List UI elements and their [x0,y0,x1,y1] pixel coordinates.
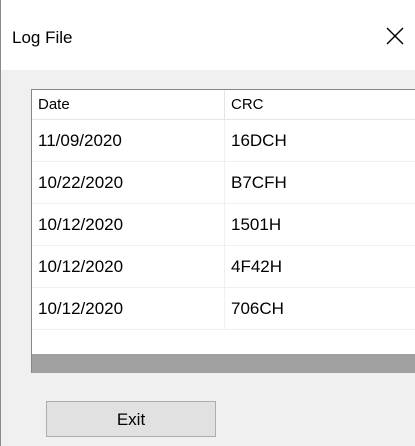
column-header-date[interactable]: Date [32,90,225,120]
cell-date: 10/12/2020 [32,288,225,329]
horizontal-scrollbar[interactable] [32,354,415,373]
cell-crc: 1501H [231,215,282,234]
log-list-view[interactable]: Date CRC 11/09/2020 16DCH 10/22/2020 B7C… [31,89,415,373]
cell-crc: 16DCH [231,131,287,150]
window-title: Log File [12,28,73,47]
cell-date: 10/12/2020 [32,246,225,287]
close-icon [386,27,404,45]
cell-crc: 706CH [231,299,284,318]
table-row[interactable]: 10/12/2020 1501H [32,204,415,246]
list-rows: 11/09/2020 16DCH 10/22/2020 B7CFH 10/12/… [32,120,415,330]
cell-crc: 4F42H [231,257,283,276]
column-header-crc[interactable]: CRC [225,90,415,120]
table-row[interactable]: 10/22/2020 B7CFH [32,162,415,204]
exit-button[interactable]: Exit [46,401,216,437]
cell-crc: B7CFH [231,173,287,192]
title-bar: Log File [1,0,415,70]
cell-date: 10/22/2020 [32,162,225,203]
list-header: Date CRC [32,90,415,120]
cell-date: 11/09/2020 [32,120,225,161]
cell-date: 10/12/2020 [32,204,225,245]
close-button[interactable] [381,22,409,50]
table-row[interactable]: 11/09/2020 16DCH [32,120,415,162]
log-file-dialog: Log File Date CRC 11/09/2020 16DCH 10/22… [0,0,415,446]
table-row[interactable]: 10/12/2020 706CH [32,288,415,330]
table-row[interactable]: 10/12/2020 4F42H [32,246,415,288]
